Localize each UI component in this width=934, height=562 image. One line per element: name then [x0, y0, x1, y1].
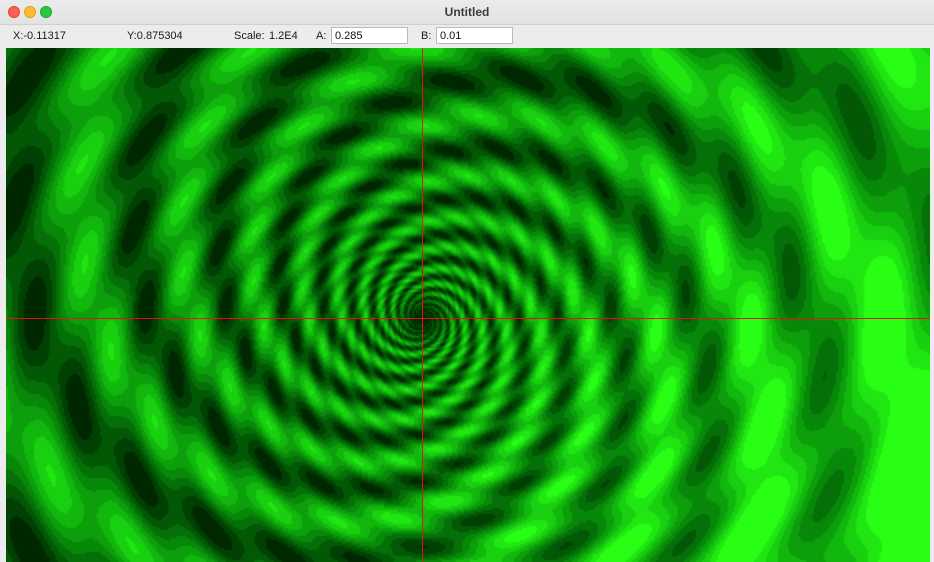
- crosshair-vertical-line: [422, 48, 423, 562]
- scale-value: 1.2E4: [269, 30, 298, 42]
- fractal-canvas[interactable]: [6, 48, 930, 562]
- title-bar[interactable]: Untitled: [0, 0, 934, 25]
- window-title: Untitled: [444, 5, 490, 19]
- scale-label: Scale:: [234, 30, 265, 42]
- y-coordinate-readout: Y:0.875304: [127, 30, 183, 42]
- a-label: A:: [316, 30, 327, 42]
- app-window: Untitled X:-0.11317 Y:0.875304 Scale: 1.…: [0, 0, 934, 562]
- b-parameter-input[interactable]: [436, 27, 513, 44]
- fractal-view[interactable]: [6, 48, 930, 562]
- crosshair-horizontal-line: [6, 318, 930, 319]
- b-label: B:: [421, 30, 432, 42]
- parameter-bar: X:-0.11317 Y:0.875304 Scale: 1.2E4 A: B:: [0, 25, 934, 47]
- a-parameter-input[interactable]: [331, 27, 408, 44]
- x-coordinate-readout: X:-0.11317: [13, 30, 67, 42]
